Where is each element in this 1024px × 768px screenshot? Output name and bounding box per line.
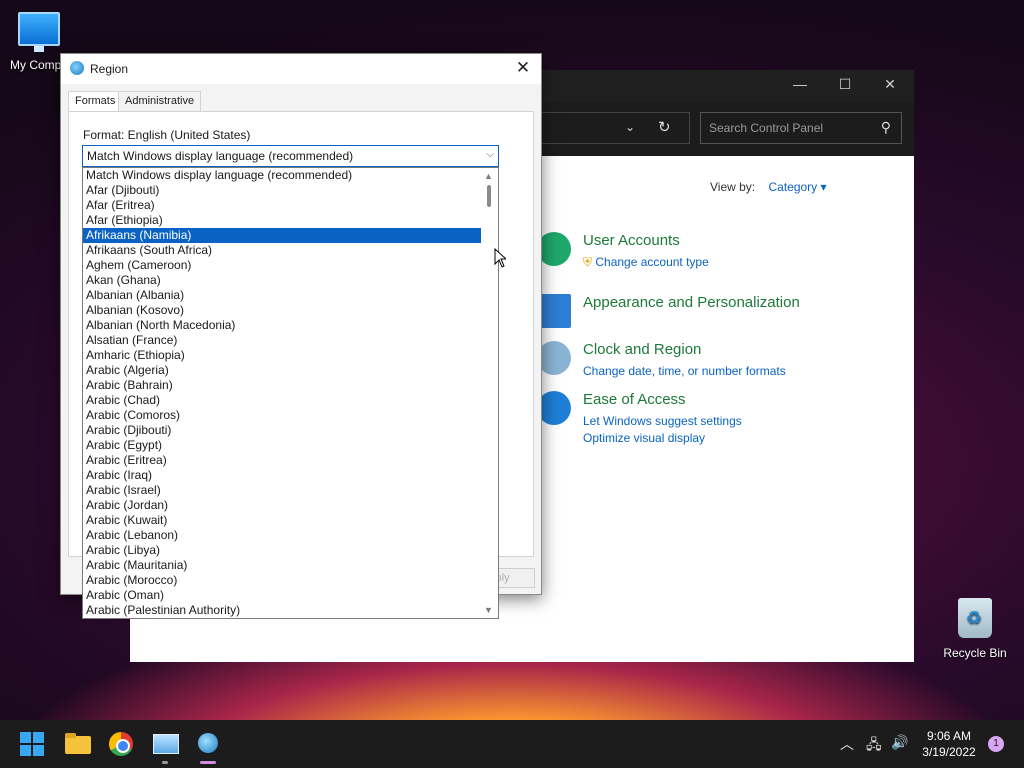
category-title[interactable]: Clock and Region xyxy=(583,341,786,358)
dropdown-option[interactable]: Afrikaans (South Africa) xyxy=(83,243,482,258)
clock-time: 9:06 AM xyxy=(926,729,972,743)
address-box[interactable]: ⌄ ↻ xyxy=(540,112,690,144)
dropdown-option[interactable]: Aghem (Cameroon) xyxy=(83,258,482,273)
dropdown-option[interactable]: Arabic (Palestinian Authority) xyxy=(83,603,482,618)
scroll-down-icon[interactable]: ▼ xyxy=(484,605,493,615)
scroll-up-icon[interactable]: ▲ xyxy=(484,171,493,181)
shield-icon: ⛨ xyxy=(583,255,593,269)
view-by: View by: Category ▾ xyxy=(710,180,827,194)
dropdown-option[interactable]: Arabic (Algeria) xyxy=(83,363,482,378)
view-by-dropdown[interactable]: Category ▾ xyxy=(768,180,826,194)
dropdown-option[interactable]: Amharic (Ethiopia) xyxy=(83,348,482,363)
category-appearance: Appearance and Personalization xyxy=(537,294,800,328)
taskbar: ︿ 🖧 🔊 9:06 AM 3/19/2022 1 xyxy=(0,720,1024,768)
control-panel-taskbar-icon[interactable] xyxy=(149,728,181,760)
mouse-cursor-icon xyxy=(494,248,506,268)
clock-region-icon xyxy=(537,341,571,375)
dropdown-option[interactable]: Arabic (Comoros) xyxy=(83,408,482,423)
clock[interactable]: 9:06 AM 3/19/2022 xyxy=(912,728,986,760)
desktop-icon-recycle-bin[interactable]: ♻ Recycle Bin xyxy=(940,598,1010,660)
chrome-icon[interactable] xyxy=(105,728,137,760)
dropdown-option[interactable]: Albanian (Kosovo) xyxy=(83,303,482,318)
active-indicator xyxy=(200,761,216,764)
globe-icon xyxy=(70,61,84,75)
start-button[interactable] xyxy=(16,728,48,760)
category-link[interactable]: Change date, time, or number formats xyxy=(583,364,786,378)
dropdown-option[interactable]: Arabic (Mauritania) xyxy=(83,558,482,573)
category-ease-of-access: Ease of Access Let Windows suggest setti… xyxy=(537,391,742,448)
category-title[interactable]: Ease of Access xyxy=(583,391,742,408)
format-label: Format: English (United States) xyxy=(83,128,251,142)
running-indicator xyxy=(162,761,168,764)
dropdown-option[interactable]: Arabic (Iraq) xyxy=(83,468,482,483)
appearance-icon xyxy=(537,294,571,328)
tab-administrative[interactable]: Administrative xyxy=(118,91,202,111)
dropdown-option[interactable]: Akan (Ghana) xyxy=(83,273,482,288)
category-user-accounts: User Accounts ⛨ Change account type xyxy=(537,232,709,273)
format-dropdown[interactable]: Match Windows display language (recommen… xyxy=(82,145,499,167)
chevron-up-icon[interactable]: ︿ xyxy=(840,734,854,754)
dropdown-items: Match Windows display language (recommen… xyxy=(83,168,482,618)
dropdown-option[interactable]: Arabic (Israel) xyxy=(83,483,482,498)
close-icon[interactable]: ✕ xyxy=(875,76,905,93)
dropdown-option[interactable]: Albanian (North Macedonia) xyxy=(83,318,482,333)
search-placeholder: Search Control Panel xyxy=(709,121,824,135)
dropdown-option[interactable]: Albanian (Albania) xyxy=(83,288,482,303)
dropdown-option[interactable]: Arabic (Egypt) xyxy=(83,438,482,453)
dropdown-option[interactable]: Arabic (Eritrea) xyxy=(83,453,482,468)
scrollbar[interactable]: ▲ ▼ xyxy=(481,168,498,618)
category-link[interactable]: Optimize visual display xyxy=(583,431,742,445)
category-clock-region: Clock and Region Change date, time, or n… xyxy=(537,341,786,381)
category-link[interactable]: ⛨ Change account type xyxy=(583,255,709,270)
notification-badge[interactable]: 1 xyxy=(988,736,1004,752)
dropdown-option[interactable]: Arabic (Morocco) xyxy=(83,573,482,588)
dropdown-option[interactable]: Arabic (Oman) xyxy=(83,588,482,603)
dropdown-option[interactable]: Afar (Ethiopia) xyxy=(83,213,482,228)
category-title[interactable]: Appearance and Personalization xyxy=(583,294,800,311)
chevron-down-icon[interactable]: ⌄ xyxy=(625,120,635,134)
tab-formats[interactable]: Formats xyxy=(68,91,123,112)
chevron-down-icon[interactable]: ⌵ xyxy=(486,149,494,160)
clock-date: 3/19/2022 xyxy=(922,745,976,759)
dropdown-option[interactable]: Match Windows display language (recommen… xyxy=(83,168,482,183)
format-dropdown-value: Match Windows display language (recommen… xyxy=(87,149,354,163)
monitor-icon xyxy=(18,12,60,52)
refresh-icon[interactable]: ↻ xyxy=(658,118,671,136)
user-accounts-icon xyxy=(537,232,571,266)
minimize-icon[interactable]: — xyxy=(785,76,815,92)
dropdown-option[interactable]: Arabic (Jordan) xyxy=(83,498,482,513)
dropdown-option[interactable]: Arabic (Libya) xyxy=(83,543,482,558)
search-input[interactable]: Search Control Panel ⚲ xyxy=(700,112,902,144)
recycle-bin-icon: ♻ xyxy=(958,598,992,638)
volume-icon[interactable]: 🔊 xyxy=(891,734,908,751)
recycle-bin-label: Recycle Bin xyxy=(943,646,1007,660)
dropdown-option[interactable]: Arabic (Djibouti) xyxy=(83,423,482,438)
dropdown-option[interactable]: Arabic (Lebanon) xyxy=(83,528,482,543)
dropdown-option[interactable]: Afar (Djibouti) xyxy=(83,183,482,198)
scroll-thumb[interactable] xyxy=(487,185,491,207)
dropdown-option[interactable]: Afar (Eritrea) xyxy=(83,198,482,213)
dropdown-option[interactable]: Arabic (Kuwait) xyxy=(83,513,482,528)
dropdown-option[interactable]: Arabic (Chad) xyxy=(83,393,482,408)
format-dropdown-list[interactable]: Match Windows display language (recommen… xyxy=(82,167,499,619)
ease-of-access-icon xyxy=(537,391,571,425)
search-icon[interactable]: ⚲ xyxy=(881,119,891,136)
maximize-icon[interactable]: ☐ xyxy=(830,76,860,93)
dialog-title: Region xyxy=(90,62,129,76)
network-icon[interactable]: 🖧 xyxy=(866,734,882,758)
dropdown-option[interactable]: Alsatian (France) xyxy=(83,333,482,348)
category-link[interactable]: Let Windows suggest settings xyxy=(583,414,742,428)
category-title[interactable]: User Accounts xyxy=(583,232,709,249)
region-titlebar: Region ✕ xyxy=(61,54,541,84)
view-by-label: View by: xyxy=(710,180,756,194)
region-taskbar-icon[interactable] xyxy=(192,728,224,760)
dropdown-option[interactable]: Afrikaans (Namibia) xyxy=(83,228,482,243)
file-explorer-icon[interactable] xyxy=(62,728,94,760)
close-icon[interactable]: ✕ xyxy=(511,58,535,78)
dropdown-option[interactable]: Arabic (Bahrain) xyxy=(83,378,482,393)
